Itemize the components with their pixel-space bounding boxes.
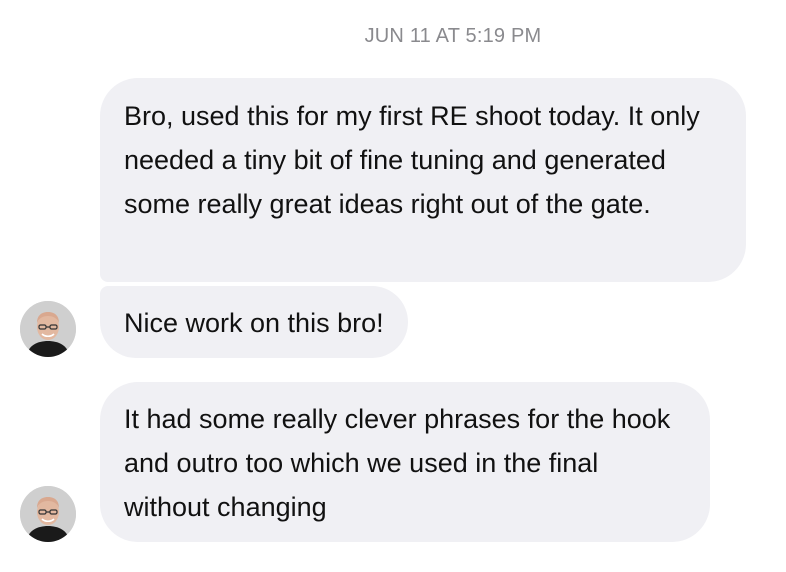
message-bubble[interactable]: Nice work on this bro! (100, 286, 408, 358)
message-bubble[interactable]: Bro, used this for my first RE shoot tod… (100, 78, 746, 282)
person-avatar-icon (20, 486, 76, 542)
sender-avatar[interactable] (20, 301, 76, 357)
person-avatar-icon (20, 301, 76, 357)
message-bubble[interactable]: It had some really clever phrases for th… (100, 382, 710, 542)
message-timestamp: JUN 11 AT 5:19 PM (364, 25, 542, 47)
sender-avatar[interactable] (20, 486, 76, 542)
